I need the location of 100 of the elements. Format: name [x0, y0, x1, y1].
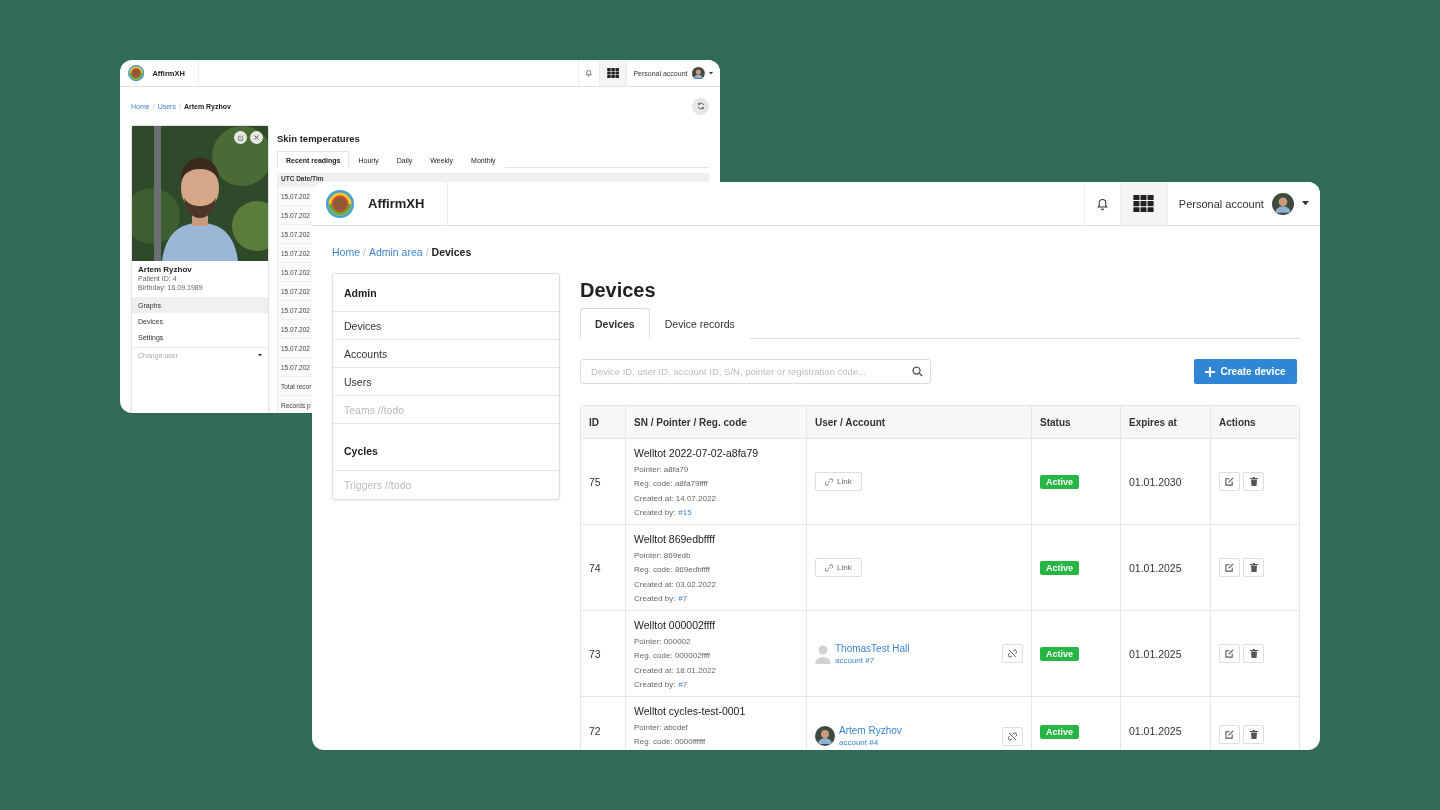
column-header: ID: [581, 406, 626, 439]
trash-icon: [1249, 477, 1258, 486]
status-badge: Active: [1040, 560, 1079, 575]
device-detail: Created by:: [634, 508, 676, 518]
breadcrumb-separator: /: [363, 246, 366, 258]
edit-icon: [1225, 730, 1234, 739]
trash-icon: [1249, 563, 1258, 572]
apps-button[interactable]: [598, 60, 626, 86]
breadcrumb-link[interactable]: Home: [332, 246, 360, 258]
logo-icon: [326, 189, 354, 218]
delete-button[interactable]: [1243, 644, 1264, 663]
trash-icon: [1249, 730, 1258, 739]
edit-button[interactable]: [1219, 472, 1240, 491]
link-icon: [825, 477, 833, 486]
unlink-button[interactable]: [1002, 726, 1023, 746]
device-detail: Pointer: 869edb: [634, 550, 691, 560]
link-icon: [825, 563, 833, 572]
device-name: Welltot 869edbffff: [634, 533, 716, 547]
caret-icon: [709, 71, 714, 75]
column-header: Expires at: [1121, 406, 1211, 439]
edit-button[interactable]: [1219, 644, 1240, 663]
edit-button[interactable]: [1219, 725, 1240, 744]
device-name: Welltot 2022-07-02-a8fa79: [634, 447, 760, 461]
device-detail: Pointer: abcdef: [634, 722, 688, 732]
unlink-button[interactable]: [1002, 644, 1023, 663]
refresh-button[interactable]: [692, 97, 709, 115]
breadcrumb-link[interactable]: Admin area: [368, 246, 423, 258]
device-detail: Created at: 14.07.2022: [634, 493, 716, 503]
sidebar-item[interactable]: Users: [333, 368, 559, 396]
account-link[interactable]: account #7: [835, 655, 910, 665]
status-badge: Active: [1040, 725, 1079, 739]
apps-grid-icon: [606, 68, 619, 78]
caret-icon: [258, 354, 262, 357]
user-name-link[interactable]: Artem Ryzhov: [839, 725, 902, 736]
delete-button[interactable]: [1243, 472, 1264, 491]
section-title: Skin temperatures: [277, 131, 361, 146]
edit-icon: [1225, 563, 1234, 572]
creator-link[interactable]: #7: [678, 680, 688, 690]
apps-grid-icon: [1133, 194, 1155, 213]
table-cell: 01.01.2025: [1129, 647, 1182, 660]
device-detail: Reg. code: 0000ffffff: [634, 737, 706, 747]
creator-link[interactable]: #15: [678, 508, 692, 518]
table-cell: 72: [589, 725, 601, 737]
unlink-icon: [1008, 649, 1017, 658]
bell-icon: [1095, 197, 1109, 210]
device-detail: Reg. code: 869edbffff: [634, 565, 711, 575]
device-detail: Created by:: [634, 594, 676, 604]
device-detail: Created by:: [634, 680, 676, 690]
unlink-icon: [1008, 731, 1017, 741]
create-device-button[interactable]: Create device: [1194, 359, 1297, 384]
search-field[interactable]: Device ID, user ID, account ID, S/N, pointer or registration code...: [580, 359, 931, 384]
device-detail: Reg. code: 000002ffff: [634, 651, 711, 661]
search-icon: [912, 366, 923, 377]
apps-button[interactable]: [1119, 182, 1167, 225]
table-cell: 75: [589, 475, 601, 488]
table-cell: 01.01.2025: [1129, 561, 1182, 574]
device-detail: Created at: 18.01.2022: [634, 665, 716, 675]
page-title: Devices: [580, 278, 657, 303]
link-button[interactable]: Link: [815, 472, 862, 491]
device-detail: Pointer: a8fa79: [634, 464, 689, 474]
sidebar-heading: Cycles: [333, 424, 559, 471]
breadcrumb-separator: /: [425, 246, 429, 258]
caret-icon: [1301, 201, 1309, 206]
column-header: Status: [1032, 406, 1121, 439]
status-badge: Active: [1040, 474, 1079, 489]
column-header: Actions: [1211, 406, 1299, 439]
trash-icon: [1249, 649, 1258, 658]
breadcrumb-current[interactable]: Devices: [431, 246, 472, 258]
table-cell: 01.01.2025: [1129, 725, 1182, 737]
account-menu[interactable]: Personal account: [1166, 182, 1320, 225]
link-button[interactable]: Link: [815, 558, 862, 577]
delete-button[interactable]: [1243, 725, 1264, 744]
sidebar-item[interactable]: Devices: [333, 312, 559, 340]
edit-icon: [1225, 649, 1234, 658]
edit-button[interactable]: [1219, 558, 1240, 577]
plus-icon: [1205, 366, 1216, 377]
column-header: SN / Pointer / Reg. code: [626, 406, 807, 439]
avatar-icon: [692, 66, 705, 80]
tab[interactable]: Devices: [580, 308, 650, 339]
avatar-icon: [1271, 192, 1294, 215]
bell-icon: [584, 69, 593, 77]
device-detail: Created at: 03.02.2022: [634, 579, 716, 589]
device-name: Welltot cycles-test-0001: [634, 705, 747, 719]
close-icon: [254, 135, 259, 140]
edit-icon: [237, 134, 244, 141]
device-name: Welltot 000002ffff: [634, 619, 716, 633]
delete-button[interactable]: [1243, 558, 1264, 577]
device-detail: Pointer: 000002: [634, 636, 691, 646]
account-link[interactable]: account #4: [839, 738, 902, 747]
sidebar-heading: Admin: [333, 274, 559, 312]
user-name-link[interactable]: ThomasTest Hall: [835, 642, 910, 654]
status-badge: Active: [1040, 646, 1079, 661]
column-header: User / Account: [807, 406, 1032, 439]
device-detail: Reg. code: a8fa79ffff: [634, 479, 708, 489]
creator-link[interactable]: #7: [678, 594, 688, 604]
table-cell: 74: [589, 561, 601, 574]
edit-icon: [1225, 477, 1234, 486]
profile-name: Artem Ryzhov: [137, 264, 193, 275]
table-cell: 73: [589, 647, 601, 660]
sidebar-item[interactable]: Accounts: [333, 340, 559, 368]
